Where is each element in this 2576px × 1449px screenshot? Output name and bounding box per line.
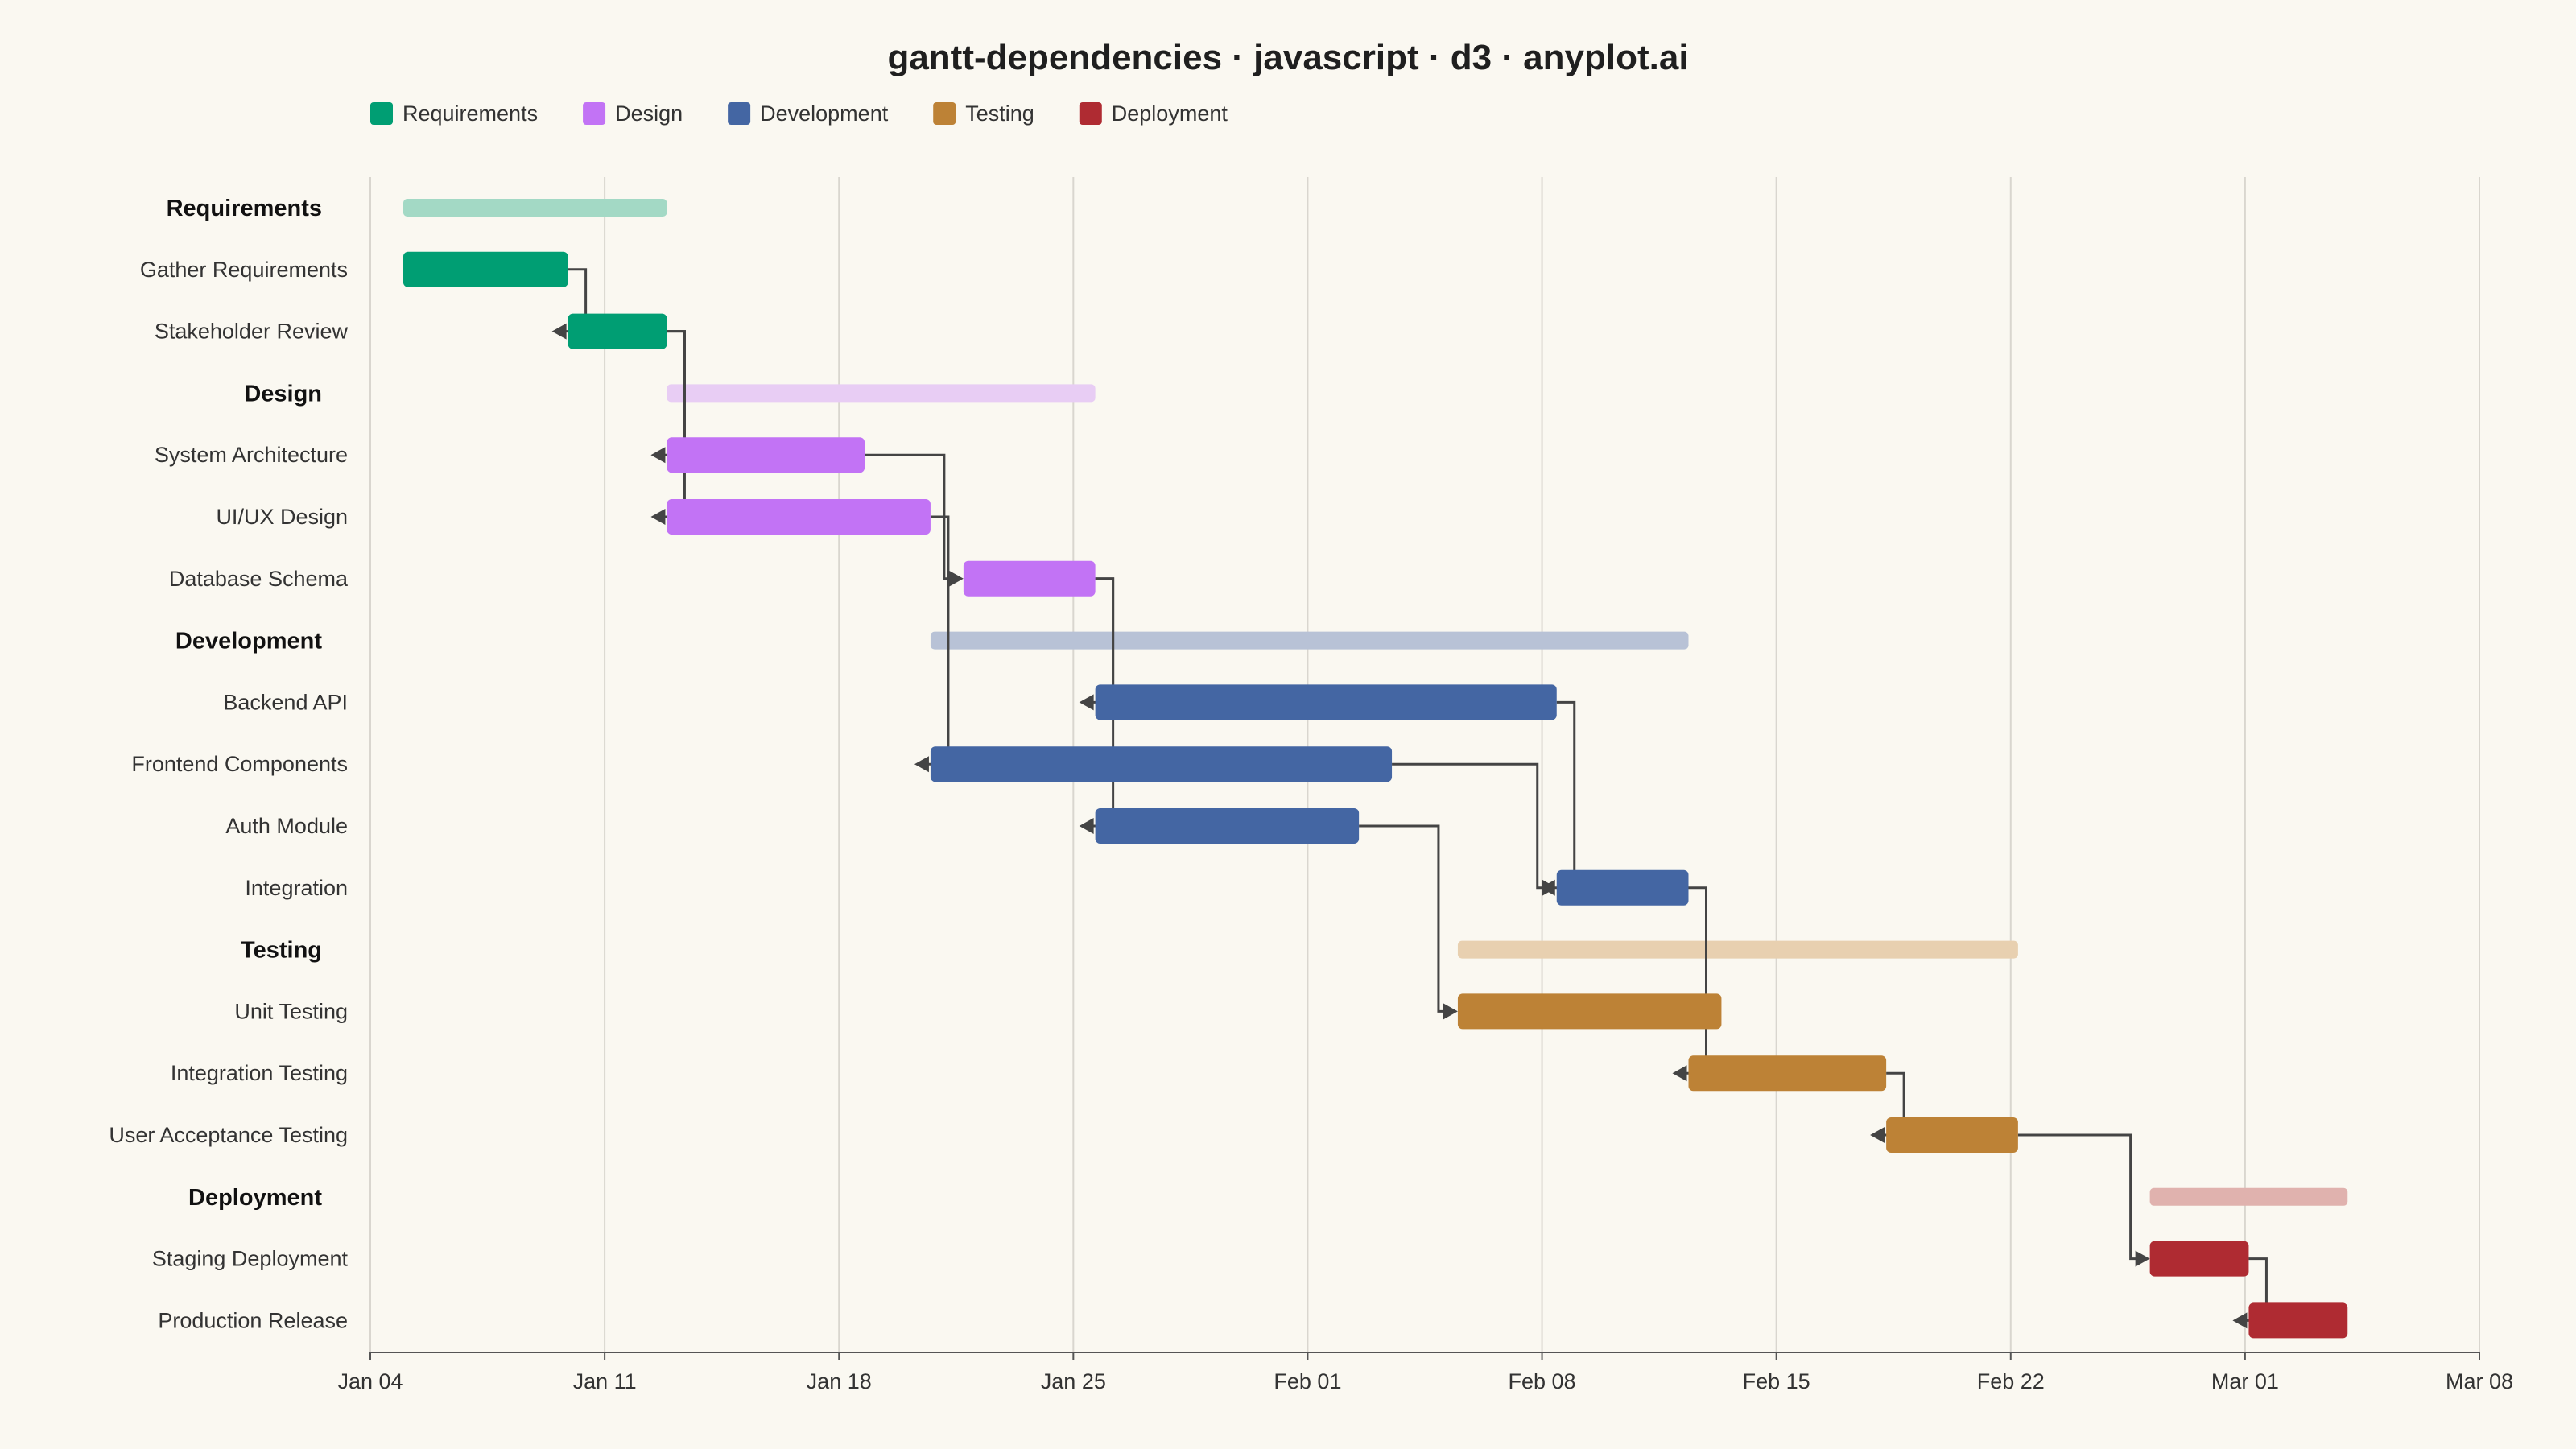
task-label: Database Schema bbox=[169, 567, 349, 591]
legend-swatch bbox=[583, 102, 606, 125]
task-bar-gather[interactable] bbox=[402, 251, 568, 287]
dependency-auth-unit bbox=[1359, 824, 1458, 1020]
task-bar-prod[interactable] bbox=[2248, 1302, 2348, 1339]
dependency-arrowhead bbox=[650, 447, 666, 464]
task-bar-arch[interactable] bbox=[667, 437, 865, 473]
x-tick-label: Feb 15 bbox=[1743, 1369, 1810, 1393]
dependency-line bbox=[1683, 886, 1707, 1075]
legend-swatch bbox=[728, 102, 751, 125]
dependency-integration-inttest bbox=[1672, 886, 1707, 1082]
task-label: Backend API bbox=[223, 690, 348, 714]
x-tick-label: Feb 08 bbox=[1509, 1369, 1576, 1393]
task-bar-uat[interactable] bbox=[1886, 1117, 2018, 1153]
task-bar-backend[interactable] bbox=[1095, 684, 1557, 720]
legend-label: Requirements bbox=[402, 101, 538, 126]
legend-item-design: Design bbox=[583, 101, 683, 126]
dependency-line bbox=[662, 330, 686, 518]
summary-bar-development bbox=[930, 631, 1689, 650]
dependency-backend-integration bbox=[1540, 700, 1576, 896]
legend-item-deployment: Deployment bbox=[1079, 101, 1228, 126]
dependency-arrowhead bbox=[650, 509, 666, 525]
group-label: Testing bbox=[241, 938, 322, 964]
x-tick-label: Mar 08 bbox=[2446, 1369, 2513, 1393]
x-tick-label: Jan 18 bbox=[807, 1369, 872, 1393]
task-label: UI/UX Design bbox=[216, 505, 348, 529]
legend: Requirements Design Development Testing Depl… bbox=[370, 101, 1228, 126]
group-label: Development bbox=[175, 629, 322, 654]
legend-label: Development bbox=[760, 101, 889, 126]
task-label: User Acceptance Testing bbox=[109, 1123, 348, 1147]
task-bar-dbschema[interactable] bbox=[963, 560, 1096, 597]
task-bar-inttest[interactable] bbox=[1688, 1055, 1887, 1092]
dependency-arrowhead bbox=[1079, 818, 1094, 834]
gantt-chart: gantt-dependencies · javascript · d3 · a… bbox=[109, 38, 2513, 1393]
task-bars bbox=[402, 251, 2348, 1339]
dependency-uat-staging bbox=[2017, 1133, 2150, 1267]
dependency-line bbox=[1551, 700, 1576, 890]
x-tick-label: Feb 22 bbox=[1977, 1369, 2045, 1393]
dependency-arrowhead bbox=[551, 323, 567, 340]
task-label: Integration bbox=[245, 876, 348, 900]
x-tick-label: Jan 25 bbox=[1041, 1369, 1106, 1393]
legend-swatch bbox=[1079, 102, 1102, 125]
summary-bar-requirements bbox=[402, 199, 667, 217]
legend-item-testing: Testing bbox=[933, 101, 1034, 126]
dependency-line bbox=[2017, 1133, 2144, 1261]
group-label: Requirements bbox=[167, 196, 322, 221]
task-bar-auth[interactable] bbox=[1095, 808, 1360, 844]
dependency-review-uiux bbox=[650, 330, 686, 525]
dependency-arrowhead bbox=[2232, 1312, 2248, 1329]
x-axis: Jan 04 Jan 11 Jan 18 Jan 25 Feb 01 Feb 08 Feb … bbox=[337, 1352, 2513, 1393]
group-label: Deployment bbox=[188, 1185, 322, 1211]
task-bar-integration[interactable] bbox=[1556, 869, 1689, 906]
task-label: Production Release bbox=[158, 1308, 348, 1332]
task-label: Staging Deployment bbox=[152, 1247, 349, 1271]
task-label: Gather Requirements bbox=[140, 258, 348, 282]
dependency-arrowhead bbox=[948, 570, 964, 587]
summary-bar-design bbox=[667, 384, 1096, 402]
dependency-arrowhead bbox=[1870, 1127, 1885, 1143]
task-bar-frontend[interactable] bbox=[930, 746, 1393, 782]
x-tick-label: Jan 11 bbox=[573, 1369, 637, 1393]
summary-bar-deployment bbox=[2149, 1187, 2348, 1206]
legend-swatch bbox=[933, 102, 956, 125]
row-labels: Requirements Gather Requirements Stakehold… bbox=[109, 196, 349, 1332]
task-label: System Architecture bbox=[155, 443, 348, 467]
legend-item-requirements: Requirements bbox=[370, 101, 538, 126]
legend-item-development: Development bbox=[728, 101, 889, 126]
chart-title: gantt-dependencies · javascript · d3 · a… bbox=[887, 38, 1688, 77]
dependency-arrowhead bbox=[1079, 694, 1094, 711]
x-tick-label: Jan 04 bbox=[337, 1369, 402, 1393]
task-label: Integration Testing bbox=[171, 1061, 348, 1085]
legend-swatch bbox=[370, 102, 393, 125]
legend-label: Design bbox=[615, 101, 683, 126]
x-tick-label: Mar 01 bbox=[2211, 1369, 2279, 1393]
dependency-arrowhead bbox=[1672, 1065, 1687, 1082]
task-bar-uiux[interactable] bbox=[667, 499, 931, 535]
dependency-arrowhead bbox=[2135, 1250, 2150, 1267]
dependency-frontend-integration bbox=[1392, 762, 1557, 896]
x-tick-label: Feb 01 bbox=[1274, 1369, 1341, 1393]
task-bar-unit[interactable] bbox=[1457, 993, 1722, 1030]
task-label: Auth Module bbox=[225, 814, 348, 838]
legend-label: Testing bbox=[965, 101, 1034, 126]
group-label: Design bbox=[244, 381, 322, 407]
legend-label: Deployment bbox=[1112, 101, 1228, 126]
task-bar-staging[interactable] bbox=[2149, 1241, 2249, 1277]
task-label: Stakeholder Review bbox=[155, 320, 349, 344]
task-bar-review[interactable] bbox=[568, 313, 667, 349]
summary-bar-testing bbox=[1457, 940, 2018, 959]
dependency-arrows bbox=[551, 268, 2268, 1329]
task-label: Unit Testing bbox=[234, 999, 348, 1023]
dependency-arrowhead bbox=[914, 756, 929, 773]
dependency-line bbox=[1359, 824, 1451, 1013]
dependency-arrowhead bbox=[1443, 1003, 1458, 1020]
task-label: Frontend Components bbox=[131, 752, 348, 776]
